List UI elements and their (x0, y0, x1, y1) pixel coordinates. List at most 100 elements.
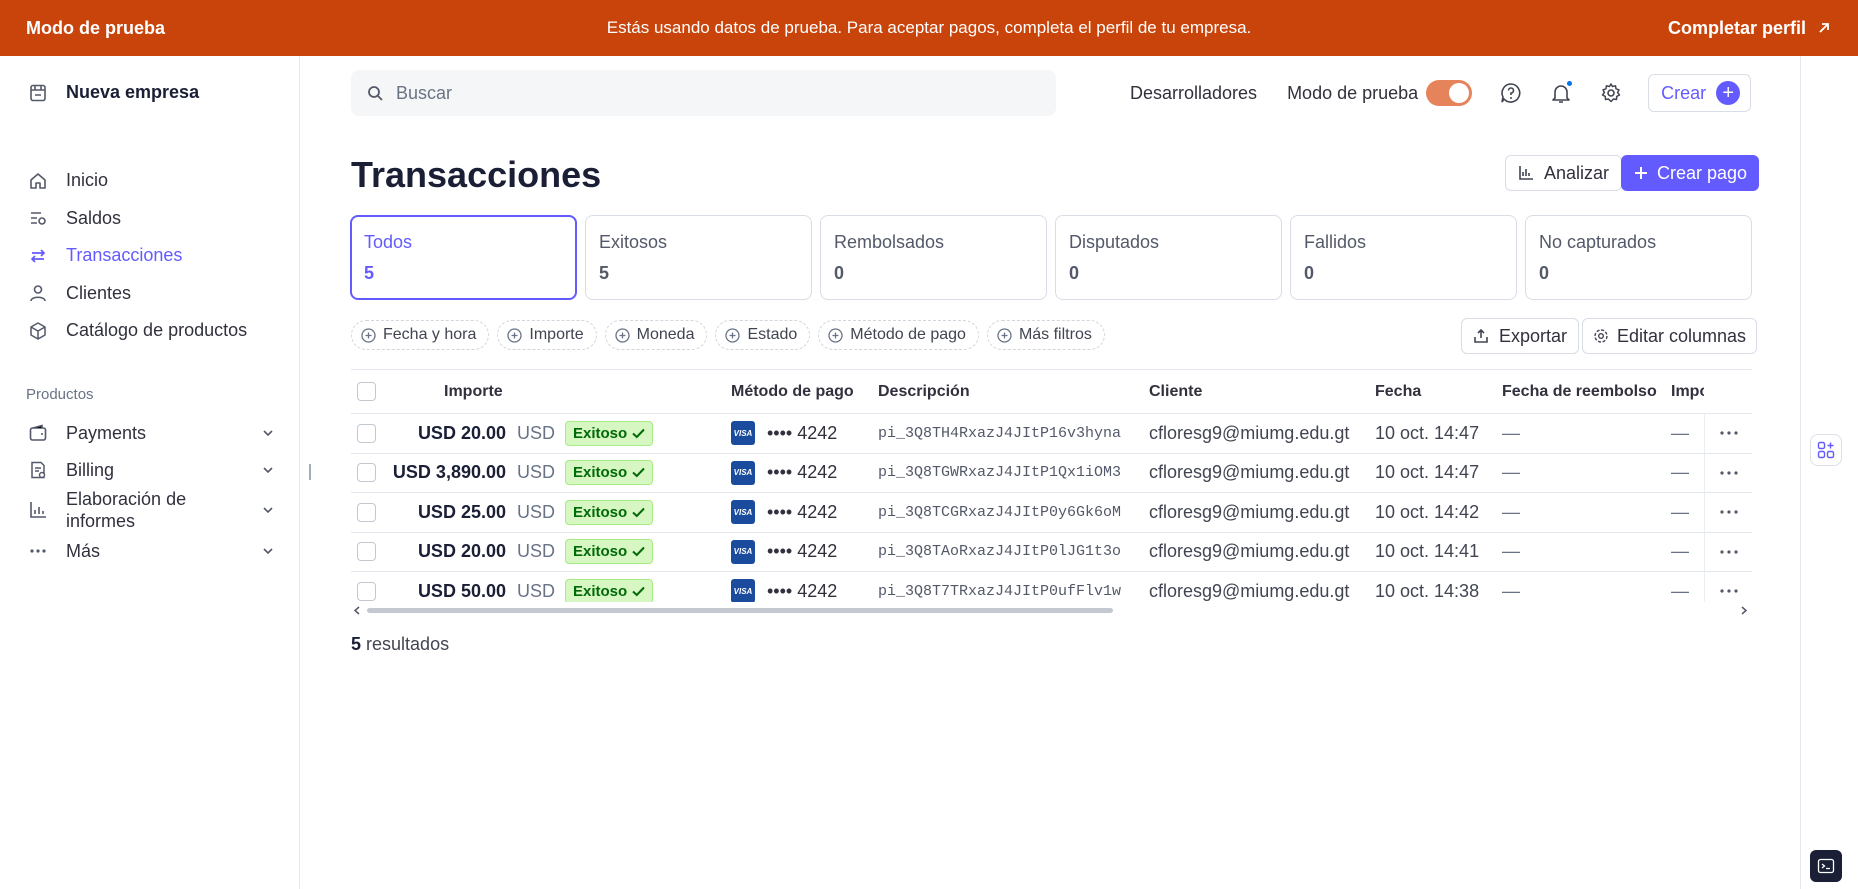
row-actions-button[interactable] (1704, 453, 1752, 492)
row-actions-button[interactable] (1704, 532, 1752, 571)
amount-cell: USD 20.00 (417, 422, 506, 443)
sidebar-item-informes[interactable]: Elaboración de informes (28, 488, 274, 532)
create-label: Crear (1661, 82, 1707, 103)
plus-circle-icon (361, 327, 376, 343)
tab-label: Todos (364, 232, 413, 252)
gear-icon (1594, 329, 1608, 343)
balances-icon (31, 212, 46, 226)
table-row[interactable]: USD 3,890.00 USD Exitoso VISA •••• 4242 pi_3Q… (351, 453, 1752, 493)
filter-fecha-hora[interactable]: Fecha y hora (351, 320, 490, 350)
table-row[interactable]: USD 50.00 USD Exitoso VISA •••• 4242 pi_3Q8T7… (351, 572, 1752, 602)
filter-moneda[interactable]: Moneda (604, 320, 708, 350)
payment-method-cell: VISA •••• 4242 (731, 533, 837, 572)
sidebar-item-inicio[interactable]: Inicio (28, 162, 278, 200)
sidebar-item-catalogo[interactable]: Catálogo de productos (28, 312, 278, 350)
filter-mas-filtros[interactable]: Más filtros (986, 320, 1105, 350)
complete-profile-link[interactable]: Completar perfil (1668, 18, 1832, 39)
test-mode-toggle[interactable] (1426, 80, 1473, 106)
row-actions-button[interactable] (1704, 414, 1752, 453)
company-switcher[interactable]: Nueva empresa (28, 82, 199, 103)
plus-icon (1635, 167, 1647, 179)
help-button[interactable] (1498, 80, 1524, 106)
check-icon (632, 507, 645, 518)
filter-metodo-pago[interactable]: Método de pago (818, 320, 979, 350)
tab-exitosos[interactable]: Exitosos 5 (585, 215, 812, 300)
header-importe[interactable]: Importe (444, 370, 503, 413)
filter-estado[interactable]: Estado (715, 320, 811, 350)
check-icon (632, 468, 645, 478)
results-number: 5 (351, 634, 362, 654)
search-bar[interactable] (351, 70, 1056, 116)
create-payment-button[interactable]: Crear pago (1621, 155, 1760, 191)
header-cliente[interactable]: Cliente (1149, 370, 1202, 413)
apps-button[interactable] (1810, 434, 1842, 466)
customer-cell[interactable]: cfloresg9@miumg.edu.gt (1149, 454, 1349, 493)
table-row[interactable]: USD 20.00 USD Exitoso VISA •••• 4242 pi_3Q8TA… (351, 532, 1752, 572)
table-horizontal-scrollbar[interactable] (351, 603, 1752, 617)
app-frame: Nueva empresa Inicio Saldos Transaccione… (0, 56, 1858, 889)
transactions-icon (31, 249, 45, 263)
select-all-checkbox[interactable] (357, 382, 376, 401)
tab-fallidos[interactable]: Fallidos 0 (1290, 215, 1517, 300)
plus-circle-icon (997, 327, 1012, 343)
description-cell: pi_3Q8TGWRxazJ4JItP1Qx1iOM3 (878, 464, 1122, 482)
chevron-down-icon (263, 466, 273, 473)
notifications-button[interactable] (1548, 80, 1574, 106)
create-button[interactable]: Crear + (1648, 74, 1752, 112)
customer-cell[interactable]: cfloresg9@miumg.edu.gt (1149, 414, 1349, 453)
sidebar: Nueva empresa Inicio Saldos Transaccione… (0, 56, 300, 889)
sidebar-item-saldos[interactable]: Saldos (28, 200, 278, 238)
customer-cell[interactable]: cfloresg9@miumg.edu.gt (1149, 493, 1349, 532)
scrollbar-thumb[interactable] (367, 608, 1113, 613)
scroll-left-icon[interactable] (353, 606, 361, 615)
sidebar-item-transacciones[interactable]: Transacciones (28, 237, 278, 275)
table-row[interactable]: USD 25.00 USD Exitoso VISA •••• 4242 pi_3Q8TC… (351, 493, 1752, 533)
sidebar-item-payments[interactable]: Payments (28, 414, 274, 451)
tab-disputados[interactable]: Disputados 0 (1055, 215, 1282, 300)
check-icon (632, 428, 645, 439)
home-icon (30, 172, 46, 189)
edit-columns-button[interactable]: Editar columnas (1582, 318, 1758, 354)
header-metodo-pago[interactable]: Método de pago (731, 370, 854, 413)
filter-importe[interactable]: Importe (497, 320, 597, 350)
results-count: 5 resultados (351, 634, 449, 655)
payment-method-cell: VISA •••• 4242 (731, 572, 837, 602)
tab-no-capturados[interactable]: No capturados 0 (1525, 215, 1752, 300)
currency-cell: USD (517, 580, 556, 601)
status-badge: Exitoso (565, 499, 654, 525)
row-actions-button[interactable] (1704, 572, 1752, 602)
search-input[interactable] (396, 82, 1016, 104)
sidebar-item-label: Payments (66, 422, 147, 443)
scroll-right-icon[interactable] (1740, 606, 1748, 615)
status-cell: Exitoso (565, 572, 654, 602)
header-descripcion[interactable]: Descripción (878, 370, 970, 413)
header-fecha-reembolso[interactable]: Fecha de reembolso (1502, 370, 1657, 413)
currency-cell: USD (517, 541, 556, 562)
results-label: resultados (366, 634, 450, 654)
payment-method-cell: VISA •••• 4242 (731, 454, 837, 493)
filter-label: Fecha y hora (383, 326, 477, 343)
plus-circle-icon (828, 327, 843, 343)
developers-link[interactable]: Desarrolladores (1130, 83, 1257, 104)
toggle-knob (1449, 83, 1470, 103)
export-button[interactable]: Exportar (1461, 318, 1580, 354)
sidebar-item-mas[interactable]: Más (28, 532, 274, 569)
analyze-button[interactable]: Analizar (1505, 155, 1623, 191)
row-actions-button[interactable] (1704, 493, 1752, 532)
payment-method-cell: VISA •••• 4242 (731, 414, 837, 453)
more-horizontal-icon (1719, 550, 1738, 554)
table-row[interactable]: USD 20.00 USD Exitoso VISA •••• 4242 pi_3Q8TH… (351, 414, 1752, 454)
billing-icon (31, 461, 46, 478)
settings-button[interactable] (1598, 80, 1624, 106)
terminal-button[interactable] (1810, 850, 1842, 882)
header-fecha[interactable]: Fecha (1375, 370, 1421, 413)
wallet-icon (29, 423, 47, 441)
customer-cell[interactable]: cfloresg9@miumg.edu.gt (1149, 572, 1349, 602)
sidebar-item-clientes[interactable]: Clientes (28, 275, 278, 313)
truncated-cell: — (1671, 580, 1689, 601)
tab-todos[interactable]: Todos 5 (350, 215, 577, 300)
sidebar-item-billing[interactable]: Billing (28, 451, 274, 488)
tab-rembolsados[interactable]: Rembolsados 0 (820, 215, 1047, 300)
status-badge: Exitoso (565, 539, 654, 565)
customer-cell[interactable]: cfloresg9@miumg.edu.gt (1149, 533, 1349, 572)
